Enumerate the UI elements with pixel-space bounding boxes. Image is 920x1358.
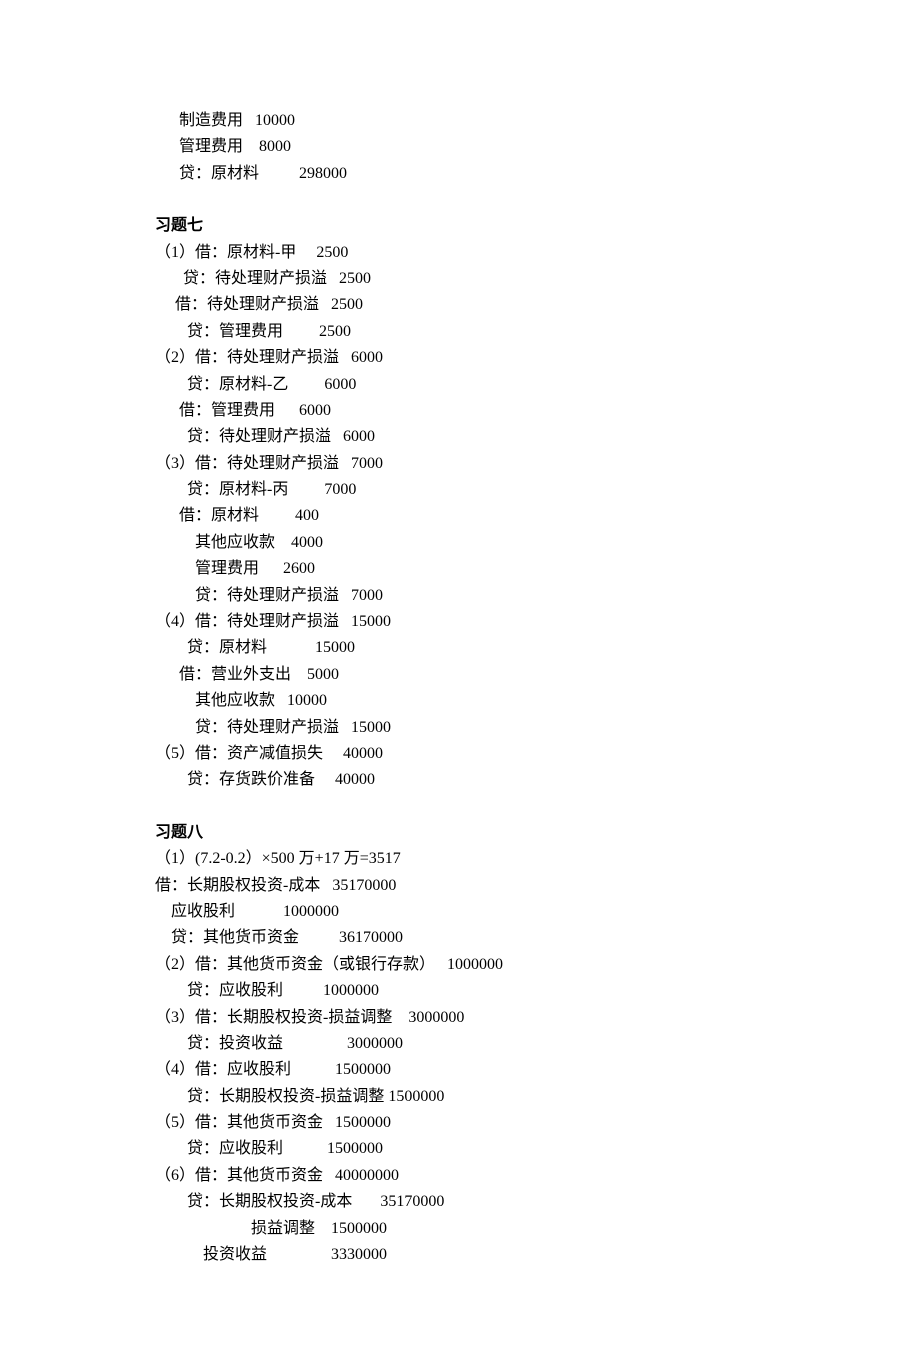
text-line: （1）(7.2-0.2）×500 万+17 万=3517: [155, 846, 765, 872]
text-line: （4）借：待处理财产损溢 15000: [155, 609, 765, 635]
text-line: 贷：管理费用 2500: [155, 319, 765, 345]
text-line: 贷：投资收益 3000000: [155, 1031, 765, 1057]
text-line: 贷：待处理财产损溢 7000: [155, 583, 765, 609]
text-line: 贷：存货跌价准备 40000: [155, 767, 765, 793]
text-line: 贷：原材料-乙 6000: [155, 372, 765, 398]
text-line: 其他应收款 10000: [155, 688, 765, 714]
text-line: 贷：其他货币资金 36170000: [155, 925, 765, 951]
text-line: 其他应收款 4000: [155, 530, 765, 556]
text-line: 借：长期股权投资-成本 35170000: [155, 873, 765, 899]
text-line: 贷：原材料-丙 7000: [155, 477, 765, 503]
text-line: 贷：原材料 298000: [155, 161, 765, 187]
page-root: 制造费用 10000 管理费用 8000 贷：原材料 298000 习题七 （1…: [0, 0, 920, 1358]
text-line: 贷：待处理财产损溢 6000: [155, 424, 765, 450]
text-line: 借：原材料 400: [155, 503, 765, 529]
text-line: 借：待处理财产损溢 2500: [155, 292, 765, 318]
spacer: [155, 794, 765, 820]
intro-block: 制造费用 10000 管理费用 8000 贷：原材料 298000: [155, 108, 765, 187]
text-line: （1）借：原材料-甲 2500: [155, 240, 765, 266]
text-line: 制造费用 10000: [155, 108, 765, 134]
text-line: （3）借：长期股权投资-损益调整 3000000: [155, 1005, 765, 1031]
text-line: 贷：原材料 15000: [155, 635, 765, 661]
text-line: （4）借：应收股利 1500000: [155, 1057, 765, 1083]
text-line: 贷：应收股利 1000000: [155, 978, 765, 1004]
text-line: 借：营业外支出 5000: [155, 662, 765, 688]
text-line: （3）借：待处理财产损溢 7000: [155, 451, 765, 477]
section-title: 习题七: [155, 213, 765, 239]
text-line: 借：管理费用 6000: [155, 398, 765, 424]
text-line: 贷：应收股利 1500000: [155, 1136, 765, 1162]
text-line: 损益调整 1500000: [155, 1216, 765, 1242]
text-line: 管理费用 8000: [155, 134, 765, 160]
text-line: 应收股利 1000000: [155, 899, 765, 925]
text-line: 贷：待处理财产损溢 15000: [155, 715, 765, 741]
text-line: 管理费用 2600: [155, 556, 765, 582]
exercise-7: 习题七 （1）借：原材料-甲 2500 贷：待处理财产损溢 2500 借：待处理…: [155, 213, 765, 794]
text-line: （2）借：待处理财产损溢 6000: [155, 345, 765, 371]
text-line: （2）借：其他货币资金（或银行存款） 1000000: [155, 952, 765, 978]
exercise-8: 习题八 （1）(7.2-0.2）×500 万+17 万=3517 借：长期股权投…: [155, 820, 765, 1269]
text-line: 贷：长期股权投资-损益调整 1500000: [155, 1084, 765, 1110]
text-line: 贷：长期股权投资-成本 35170000: [155, 1189, 765, 1215]
text-line: （5）借：资产减值损失 40000: [155, 741, 765, 767]
spacer: [155, 187, 765, 213]
text-line: 贷：待处理财产损溢 2500: [155, 266, 765, 292]
text-line: 投资收益 3330000: [155, 1242, 765, 1268]
section-title: 习题八: [155, 820, 765, 846]
text-line: （6）借：其他货币资金 40000000: [155, 1163, 765, 1189]
text-line: （5）借：其他货币资金 1500000: [155, 1110, 765, 1136]
